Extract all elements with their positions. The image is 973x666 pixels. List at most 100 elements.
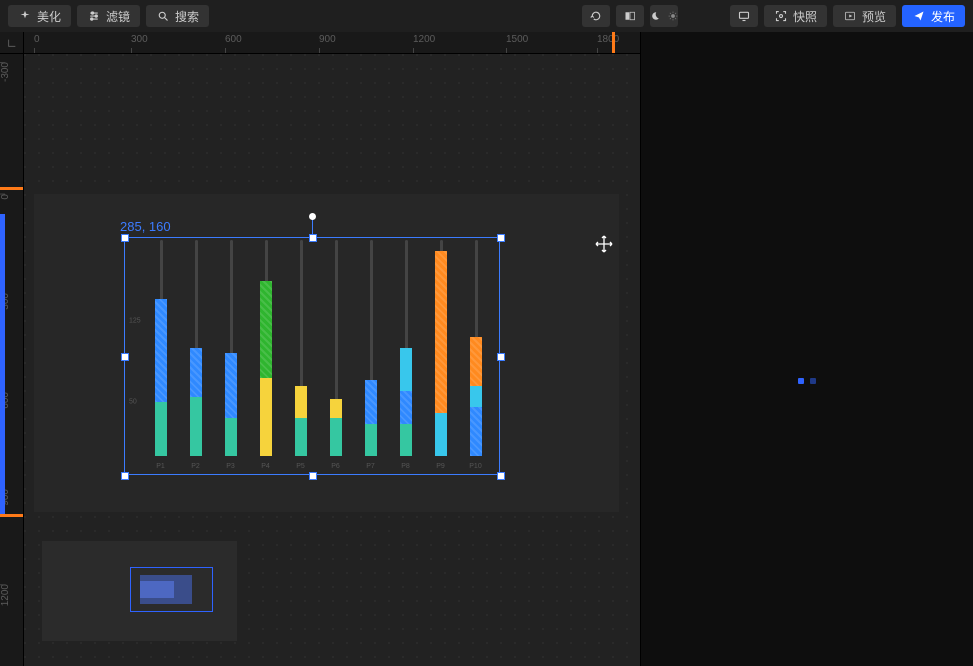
screen-button[interactable] — [730, 5, 758, 27]
ruler-h-tick: 600 — [225, 32, 242, 53]
chart-segment — [295, 386, 307, 418]
top-toolbar: 美化 滤镜 搜索 — [0, 0, 973, 32]
chart-bar — [295, 386, 307, 456]
ruler-vertical[interactable]: -30003006009001200 — [0, 54, 24, 666]
preview-label: 预览 — [862, 8, 886, 25]
chart-segment — [470, 407, 482, 456]
ruler-v-marker[interactable] — [0, 187, 23, 190]
panel-toggle-button[interactable] — [616, 5, 644, 27]
panel-icon — [623, 9, 637, 23]
chart-segment — [400, 424, 412, 456]
search-button[interactable]: 搜索 — [146, 5, 209, 27]
ruler-h-tick: 1200 — [413, 32, 435, 53]
chart-segment — [225, 418, 237, 456]
chart-x-label: P9 — [436, 463, 445, 470]
properties-panel — [640, 32, 973, 666]
sun-icon — [666, 9, 680, 23]
ruler-origin[interactable] — [0, 32, 24, 54]
chart-y-tick: 50 — [129, 399, 137, 406]
minimap[interactable] — [42, 541, 237, 641]
refresh-button[interactable] — [582, 5, 610, 27]
chart-x-label: P6 — [331, 463, 340, 470]
chart-segment — [155, 299, 167, 402]
chart-bar — [260, 281, 272, 456]
moon-icon — [648, 9, 662, 23]
search-icon — [156, 9, 170, 23]
rotation-handle[interactable] — [309, 213, 316, 220]
design-stage[interactable]: 0300600900120015001800 -3000300600900120… — [0, 32, 640, 666]
resize-handle[interactable] — [309, 234, 317, 242]
sparkle-icon — [18, 9, 32, 23]
chart-segment — [470, 386, 482, 408]
send-icon — [912, 9, 926, 23]
resize-handle[interactable] — [497, 472, 505, 480]
chart-segment — [260, 378, 272, 456]
ruler-horizontal[interactable]: 0300600900120015001800 — [24, 32, 640, 54]
chart-bar — [400, 348, 412, 456]
publish-button[interactable]: 发布 — [902, 5, 965, 27]
resize-handle[interactable] — [497, 234, 505, 242]
chart-x-label: P8 — [401, 463, 410, 470]
chart-bar — [330, 399, 342, 456]
snapshot-button[interactable]: 快照 — [764, 5, 827, 27]
chart-segment — [330, 399, 342, 418]
ruler-h-tick: 1500 — [506, 32, 528, 53]
refresh-icon — [589, 9, 603, 23]
chart-segment — [435, 413, 447, 456]
resize-handle[interactable] — [497, 353, 505, 361]
chart-segment — [400, 348, 412, 391]
chart-segment — [260, 281, 272, 378]
viewport[interactable]: 285, 160 50125P1P2P3P4P5P6P7P8P9P10 — [24, 54, 640, 666]
sliders-icon — [87, 9, 101, 23]
play-icon — [843, 9, 857, 23]
chart-x-label: P5 — [296, 463, 305, 470]
chart-segment — [190, 348, 202, 397]
action-group: 快照 预览 发布 — [730, 5, 965, 27]
preview-button[interactable]: 预览 — [833, 5, 896, 27]
chart-segment — [365, 380, 377, 423]
ruler-v-tick: -300 — [0, 62, 23, 82]
chart-x-label: P3 — [226, 463, 235, 470]
theme-toggle-button[interactable] — [650, 5, 678, 27]
search-label: 搜索 — [175, 8, 199, 25]
beautify-button[interactable]: 美化 — [8, 5, 71, 27]
screen-icon — [737, 9, 751, 23]
ruler-h-marker[interactable] — [612, 32, 615, 53]
chart-bar — [225, 353, 237, 456]
chart-segment — [435, 251, 447, 413]
chart-x-label: P4 — [261, 463, 270, 470]
chart-segment — [400, 391, 412, 423]
resize-handle[interactable] — [121, 234, 129, 242]
loading-indicator — [798, 378, 816, 384]
minimap-selection — [140, 581, 174, 598]
chart-x-label: P7 — [366, 463, 375, 470]
camera-focus-icon — [774, 9, 788, 23]
move-cursor-icon — [595, 235, 613, 253]
filter-button[interactable]: 滤镜 — [77, 5, 140, 27]
view-toggle-group — [582, 5, 678, 27]
resize-handle[interactable] — [121, 353, 129, 361]
ruler-h-tick: 0 — [34, 32, 40, 53]
chart-segment — [190, 397, 202, 456]
chart-segment — [155, 402, 167, 456]
chart-x-label: P2 — [191, 463, 200, 470]
ruler-v-range — [0, 214, 5, 514]
ruler-v-marker[interactable] — [0, 514, 23, 517]
ruler-v-tick: 1200 — [0, 584, 23, 606]
resize-handle[interactable] — [309, 472, 317, 480]
chart-bar — [190, 348, 202, 456]
chart-bar — [155, 299, 167, 456]
chart-segment — [225, 353, 237, 418]
chart-x-label: P10 — [469, 463, 481, 470]
ruler-h-tick: 300 — [131, 32, 148, 53]
ruler-h-tick: 1800 — [597, 32, 619, 53]
chart-segment — [295, 418, 307, 456]
chart-bar — [435, 251, 447, 456]
selection-box[interactable]: 50125P1P2P3P4P5P6P7P8P9P10 — [124, 237, 500, 475]
chart-segment — [470, 337, 482, 386]
chart-bar — [365, 380, 377, 456]
resize-handle[interactable] — [121, 472, 129, 480]
publish-label: 发布 — [931, 8, 955, 25]
chart-segment — [330, 418, 342, 456]
chart-segment — [365, 424, 377, 456]
